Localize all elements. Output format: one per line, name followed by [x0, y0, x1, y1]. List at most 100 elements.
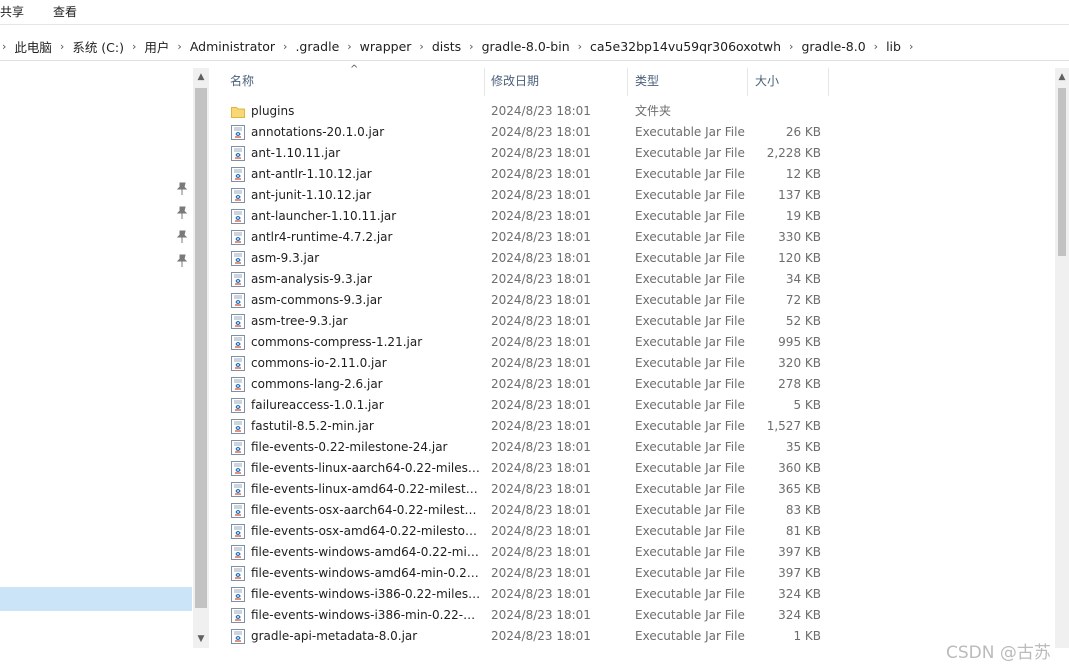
file-name: ant-launcher-1.10.11.jar [251, 209, 397, 223]
scrollbar-thumb[interactable] [1058, 88, 1066, 256]
table-row[interactable]: asm-analysis-9.3.jar 2024/8/23 18:01 Execu… [210, 269, 1050, 290]
table-row[interactable]: gradle-api-metadata-8.0.jar 2024/8/23 18:… [210, 626, 1050, 647]
table-row[interactable]: asm-commons-9.3.jar 2024/8/23 18:01 Execut… [210, 290, 1050, 311]
file-size: 278 KB [778, 377, 821, 391]
table-row[interactable]: ant-launcher-1.10.11.jar 2024/8/23 18:01 E… [210, 206, 1050, 227]
jar-file-icon [231, 566, 245, 581]
breadcrumb-item[interactable]: gradle-8.0 [801, 39, 865, 54]
ribbon-tab-share[interactable]: 共享 [0, 3, 24, 20]
breadcrumb-item[interactable]: wrapper [360, 39, 412, 54]
chevron-right-icon[interactable]: › [132, 40, 136, 53]
table-row[interactable]: plugins 2024/8/23 18:01 文件夹 [210, 101, 1050, 122]
file-modified-date: 2024/8/23 18:01 [491, 167, 591, 181]
chevron-right-icon[interactable]: › [177, 40, 181, 53]
table-row[interactable]: annotations-20.1.0.jar 2024/8/23 18:01 Exe… [210, 122, 1050, 143]
table-row[interactable]: file-events-windows-amd64-min-0.22... 202… [210, 563, 1050, 584]
file-name: gradle-api-metadata-8.0.jar [251, 629, 418, 643]
file-name: file-events-linux-amd64-0.22-milesto... [251, 482, 481, 496]
column-header-date[interactable]: 修改日期 [487, 68, 539, 96]
scroll-up-icon[interactable]: ▲ [196, 72, 206, 82]
chevron-right-icon[interactable]: › [283, 40, 287, 53]
chevron-right-icon[interactable]: › [347, 40, 351, 53]
breadcrumb-item[interactable]: 此电脑 [14, 37, 52, 56]
file-size: 12 KB [785, 167, 821, 181]
chevron-right-icon[interactable]: › [419, 40, 423, 53]
jar-file-icon [231, 629, 245, 644]
breadcrumb-item[interactable]: lib [886, 39, 901, 54]
file-modified-date: 2024/8/23 18:01 [491, 608, 591, 622]
table-row[interactable]: file-events-windows-i386-min-0.22-mi... 2… [210, 605, 1050, 626]
chevron-right-icon[interactable]: › [469, 40, 473, 53]
breadcrumb-item[interactable]: gradle-8.0-bin [482, 39, 570, 54]
column-divider[interactable] [828, 68, 829, 96]
file-size: 995 KB [778, 335, 821, 349]
table-row[interactable]: file-events-windows-amd64-0.22-mile... 20… [210, 542, 1050, 563]
column-header-name[interactable]: 名称 [226, 68, 254, 96]
column-divider[interactable] [747, 68, 748, 96]
table-row[interactable]: ant-1.10.11.jar 2024/8/23 18:01 Executable… [210, 143, 1050, 164]
chevron-right-icon[interactable]: › [874, 40, 878, 53]
file-modified-date: 2024/8/23 18:01 [491, 440, 591, 454]
file-name: asm-9.3.jar [251, 251, 320, 265]
file-modified-date: 2024/8/23 18:01 [491, 545, 591, 559]
jar-file-icon [231, 377, 245, 392]
watermark: CSDN @古苏 [946, 643, 1051, 663]
file-type: Executable Jar File [635, 482, 745, 496]
table-row[interactable]: file-events-windows-i386-0.22-milest... 2… [210, 584, 1050, 605]
column-divider[interactable] [627, 68, 628, 96]
breadcrumb-item[interactable]: Administrator [190, 39, 275, 54]
table-row[interactable]: failureaccess-1.0.1.jar 2024/8/23 18:01 Ex… [210, 395, 1050, 416]
table-row[interactable]: file-events-0.22-milestone-24.jar 2024/8/… [210, 437, 1050, 458]
file-type: Executable Jar File [635, 503, 745, 517]
file-name: ant-junit-1.10.12.jar [251, 188, 372, 202]
chevron-right-icon[interactable]: › [60, 40, 64, 53]
file-name: file-events-windows-amd64-0.22-mile... [251, 545, 481, 559]
table-row[interactable]: asm-9.3.jar 2024/8/23 18:01 Executable Jar… [210, 248, 1050, 269]
chevron-right-icon[interactable]: › [909, 40, 913, 53]
chevron-right-icon[interactable]: › [578, 40, 582, 53]
breadcrumb-item[interactable]: .gradle [295, 39, 339, 54]
table-row[interactable]: file-events-linux-amd64-0.22-milesto... 2… [210, 479, 1050, 500]
file-type: Executable Jar File [635, 377, 745, 391]
chevron-right-icon[interactable]: › [789, 40, 793, 53]
table-row[interactable]: file-events-osx-aarch64-0.22-milesto... 2… [210, 500, 1050, 521]
file-size: 397 KB [778, 545, 821, 559]
file-type: Executable Jar File [635, 293, 745, 307]
table-row[interactable]: file-events-linux-aarch64-0.22-milesto..… [210, 458, 1050, 479]
pin-icon [176, 206, 188, 219]
table-row[interactable]: commons-compress-1.21.jar 2024/8/23 18:01… [210, 332, 1050, 353]
file-name: file-events-windows-i386-min-0.22-mi... [251, 608, 481, 622]
breadcrumb-item[interactable]: ca5e32bp14vu59qr306oxotwh [590, 39, 781, 54]
table-row[interactable]: commons-lang-2.6.jar 2024/8/23 18:01 Execu… [210, 374, 1050, 395]
scroll-up-icon[interactable]: ▲ [1057, 72, 1067, 82]
breadcrumb-item[interactable]: 系统 (C:) [72, 37, 124, 56]
column-header-type[interactable]: 类型 [631, 68, 659, 96]
file-type: Executable Jar File [635, 314, 745, 328]
file-modified-date: 2024/8/23 18:01 [491, 188, 591, 202]
table-row[interactable]: ant-junit-1.10.12.jar 2024/8/23 18:01 Exec… [210, 185, 1050, 206]
address-bar[interactable]: › 此电脑 › 系统 (C:) › 用户 › Administrator › .gradle › wr… [0, 30, 1069, 61]
file-type: Executable Jar File [635, 524, 745, 538]
table-row[interactable]: asm-tree-9.3.jar 2024/8/23 18:01 Executabl… [210, 311, 1050, 332]
ribbon-tab-view[interactable]: 查看 [53, 3, 77, 20]
file-name: ant-antlr-1.10.12.jar [251, 167, 372, 181]
nav-selected-item[interactable] [0, 587, 192, 611]
vertical-scrollbar[interactable]: ▲ [1055, 68, 1069, 648]
table-row[interactable]: ant-antlr-1.10.12.jar 2024/8/23 18:01 Exec… [210, 164, 1050, 185]
file-modified-date: 2024/8/23 18:01 [491, 566, 591, 580]
breadcrumb-item[interactable]: dists [432, 39, 461, 54]
nav-scrollbar[interactable]: ▲ ▼ [193, 68, 209, 648]
scroll-down-icon[interactable]: ▼ [196, 634, 206, 644]
chevron-right-icon[interactable]: › [2, 40, 6, 53]
table-row[interactable]: file-events-osx-amd64-0.22-mileston... 20… [210, 521, 1050, 542]
table-row[interactable]: antlr4-runtime-4.7.2.jar 2024/8/23 18:01 E… [210, 227, 1050, 248]
table-row[interactable]: fastutil-8.5.2-min.jar 2024/8/23 18:01 Exe… [210, 416, 1050, 437]
breadcrumb-item[interactable]: 用户 [144, 37, 169, 56]
scrollbar-thumb[interactable] [195, 88, 207, 608]
file-type: Executable Jar File [635, 125, 745, 139]
column-divider[interactable] [484, 68, 485, 96]
column-header-size[interactable]: 大小 [751, 68, 779, 96]
table-row[interactable]: commons-io-2.11.0.jar 2024/8/23 18:01 Exec… [210, 353, 1050, 374]
file-modified-date: 2024/8/23 18:01 [491, 482, 591, 496]
file-name: commons-io-2.11.0.jar [251, 356, 387, 370]
